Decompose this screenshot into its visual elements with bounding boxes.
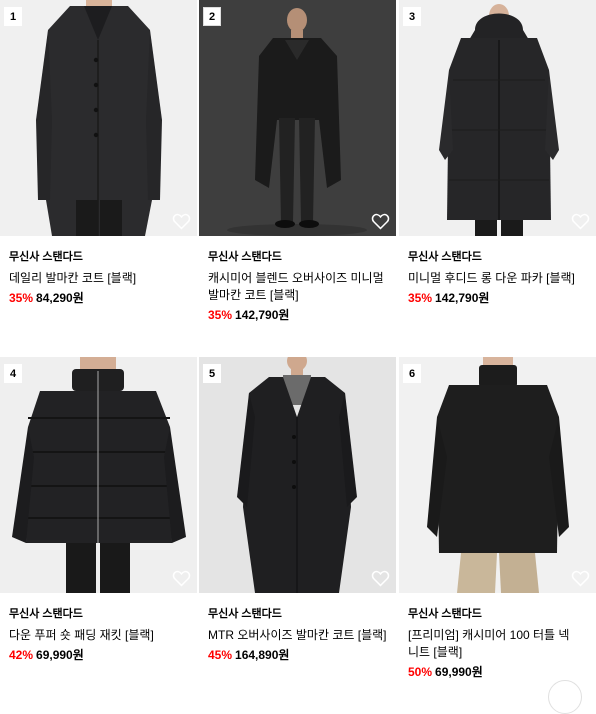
discount-rate: 35% [208, 308, 233, 322]
discount-rate: 35% [9, 291, 34, 305]
discount-rate: 35% [408, 291, 433, 305]
product-card-5[interactable]: 5 무신사 스탠다드 MTR 오버사이즈 발마칸 코트 [블랙] 45% 164,… [199, 357, 396, 664]
product-image[interactable]: 2 [199, 0, 396, 236]
product-image[interactable]: 4 [0, 357, 197, 593]
heart-outline-icon[interactable] [571, 213, 590, 230]
product-name[interactable]: [프리미엄] 캐시미어 100 터틀 넥 니트 [블랙] [408, 627, 588, 661]
heart-outline-icon[interactable] [371, 570, 390, 587]
price-row: 50% 69,990원 [408, 663, 586, 681]
discount-rate: 50% [408, 665, 433, 679]
heart-outline-icon[interactable] [172, 570, 191, 587]
product-name[interactable]: 캐시미어 블렌드 오버사이즈 미니멀 발마칸 코트 [블랙] [208, 270, 388, 304]
product-image[interactable]: 5 [199, 357, 396, 593]
rank-badge: 2 [203, 7, 221, 26]
rank-badge: 3 [403, 7, 421, 26]
product-image[interactable]: 3 [399, 0, 596, 236]
product-image[interactable]: 6 [399, 357, 596, 593]
product-card-4[interactable]: 4 무신사 스탠다드 다운 푸퍼 숏 패딩 재킷 [블랙] 42% 69,990원 [0, 357, 197, 664]
product-name[interactable]: 미니멀 후디드 롱 다운 파카 [블랙] [408, 270, 588, 287]
heart-outline-icon[interactable] [371, 213, 390, 230]
brand-name[interactable]: 무신사 스탠다드 [9, 607, 187, 621]
product-name[interactable]: 데일리 발마칸 코트 [블랙] [9, 270, 189, 287]
sale-price: 84,290원 [36, 291, 84, 305]
model-in-knit-image [399, 357, 596, 593]
price-row: 45% 164,890원 [208, 646, 386, 664]
model-in-coat-image [199, 357, 396, 593]
discount-rate: 45% [208, 648, 233, 662]
price-row: 35% 84,290원 [9, 289, 187, 307]
product-grid: 1 무신사 스탠다드 데일리 발마칸 코트 [블랙] 35% 84,290원 2… [0, 0, 596, 714]
heart-outline-icon[interactable] [172, 213, 191, 230]
price-row: 35% 142,790원 [208, 306, 386, 324]
sale-price: 142,790원 [435, 291, 490, 305]
model-in-puffer-image [0, 357, 197, 593]
product-name[interactable]: 다운 푸퍼 숏 패딩 재킷 [블랙] [9, 627, 189, 644]
brand-name[interactable]: 무신사 스탠다드 [208, 607, 386, 621]
product-card-3[interactable]: 3 무신사 스탠다드 미니멀 후디드 롱 다운 파카 [블랙] 35% 142,7… [399, 0, 596, 307]
brand-name[interactable]: 무신사 스탠다드 [408, 607, 586, 621]
brand-name[interactable]: 무신사 스탠다드 [208, 250, 386, 264]
sale-price: 164,890원 [235, 648, 290, 662]
model-in-coat-image [199, 0, 396, 236]
price-row: 35% 142,790원 [408, 289, 586, 307]
product-card-1[interactable]: 1 무신사 스탠다드 데일리 발마칸 코트 [블랙] 35% 84,290원 [0, 0, 197, 307]
model-in-coat-image [0, 0, 197, 236]
rank-badge: 6 [403, 364, 421, 383]
rank-badge: 1 [4, 7, 22, 26]
scroll-to-top-button[interactable] [548, 680, 582, 714]
price-row: 42% 69,990원 [9, 646, 187, 664]
brand-name[interactable]: 무신사 스탠다드 [408, 250, 586, 264]
product-card-6[interactable]: 6 무신사 스탠다드 [프리미엄] 캐시미어 100 터틀 넥 니트 [블랙] … [399, 357, 596, 681]
product-image[interactable]: 1 [0, 0, 197, 236]
rank-badge: 5 [203, 364, 221, 383]
discount-rate: 42% [9, 648, 34, 662]
sale-price: 69,990원 [36, 648, 84, 662]
rank-badge: 4 [4, 364, 22, 383]
product-name[interactable]: MTR 오버사이즈 발마칸 코트 [블랙] [208, 627, 388, 644]
heart-outline-icon[interactable] [571, 570, 590, 587]
brand-name[interactable]: 무신사 스탠다드 [9, 250, 187, 264]
product-card-2[interactable]: 2 무신사 스탠다드 캐시미어 블렌드 오버사이즈 미니멀 발마칸 코트 [블랙… [199, 0, 396, 324]
model-in-parka-image [399, 0, 596, 236]
sale-price: 142,790원 [235, 308, 290, 322]
sale-price: 69,990원 [435, 665, 483, 679]
